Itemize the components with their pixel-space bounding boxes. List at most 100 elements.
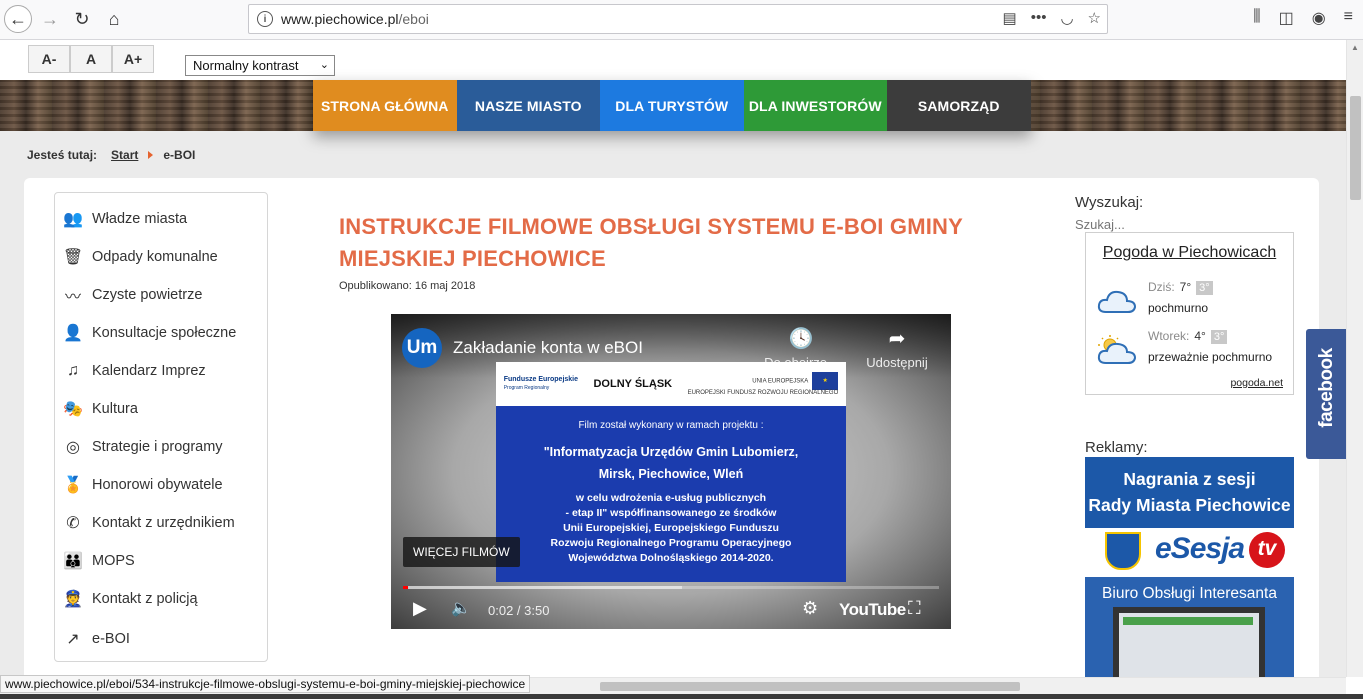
- side-menu-item-e-boi[interactable]: ↗ e-BOI: [62, 626, 130, 652]
- side-menu-item-label: Odpady komunalne: [92, 249, 218, 265]
- forward-arrow-icon: →: [41, 8, 59, 29]
- video-title[interactable]: Zakładanie konta w eBOI: [453, 338, 643, 358]
- police-icon: 👮: [63, 591, 83, 608]
- breadcrumb-label: Jesteś tutaj:: [27, 148, 98, 162]
- side-menu-item-kalendarz-imprez[interactable]: ♫ Kalendarz Imprez: [62, 358, 206, 384]
- esesja-ad-banner[interactable]: Nagrania z sesji Rady Miasta Piechowice …: [1085, 457, 1294, 573]
- dolny-slask-logo: DOLNY ŚLĄSK: [593, 377, 673, 390]
- hamburger-menu-icon[interactable]: ≡: [1344, 8, 1353, 28]
- volume-icon[interactable]: 🔈: [451, 598, 471, 618]
- font-normal-button[interactable]: A: [70, 45, 112, 73]
- nav-dla-turystow[interactable]: DLA TURYSTÓW: [600, 80, 744, 131]
- eu-flag-icon: ★: [812, 371, 839, 390]
- home-button[interactable]: ⌂: [100, 5, 128, 33]
- font-larger-button[interactable]: A+: [112, 45, 154, 73]
- contrast-select-value: Normalny kontrast: [193, 58, 299, 73]
- monitor-illustration-icon: [1113, 607, 1265, 677]
- address-bar-actions: ▤ ••• ◡ ☆: [1003, 9, 1102, 27]
- sun-cloud-icon: [1097, 335, 1137, 364]
- side-menu-item-wladze-miasta[interactable]: 👥 Władze miasta: [62, 206, 187, 232]
- side-menu-item-mops[interactable]: 👪 MOPS: [62, 548, 135, 574]
- chevron-down-icon: ⌄: [319, 59, 329, 71]
- boi-ad-banner[interactable]: Biuro Obsługi Interesanta: [1085, 577, 1294, 677]
- side-menu-item-strategie-i-programy[interactable]: ◎ Strategie i programy: [62, 434, 223, 460]
- nav-dla-inwestorow[interactable]: DLA INWESTORÓW: [743, 80, 887, 131]
- library-icon[interactable]: ⫼: [1253, 8, 1260, 28]
- weather-tomorrow-desc: przeważnie pochmurno: [1148, 350, 1273, 364]
- back-button[interactable]: ←: [4, 5, 32, 33]
- font-smaller-button[interactable]: A-: [28, 45, 70, 73]
- account-icon[interactable]: ◉: [1312, 8, 1326, 28]
- browser-toolbar: ← → ↻ ⌂ i www.piechowice.pl/eboi ▤ ••• ◡…: [0, 0, 1363, 40]
- breadcrumb-start-link[interactable]: Start: [111, 148, 138, 162]
- weather-title[interactable]: Pogoda w Piechowicach: [1086, 244, 1293, 262]
- settings-gear-icon[interactable]: ⚙: [802, 598, 818, 619]
- side-menu-item-label: Konsultacje społeczne: [92, 325, 237, 341]
- nav-nasze-miasto[interactable]: NASZE MIASTO: [456, 80, 600, 131]
- weather-source-link[interactable]: pogoda.net: [1230, 377, 1283, 389]
- video-progress-bar[interactable]: [403, 586, 939, 589]
- url-path: /eboi: [398, 11, 429, 27]
- play-icon[interactable]: ▶: [413, 598, 427, 619]
- esesja-logo: eSesja: [1155, 532, 1245, 565]
- fullscreen-icon[interactable]: ⛶: [908, 598, 921, 619]
- reader-view-icon[interactable]: ▤: [1003, 9, 1017, 27]
- forward-button[interactable]: →: [36, 5, 64, 33]
- vertical-scrollbar[interactable]: ▲: [1346, 40, 1363, 677]
- bookmark-star-icon[interactable]: ☆: [1088, 9, 1101, 27]
- video-frame: Fundusze Europejskie Program Regionalny D…: [496, 362, 846, 582]
- vertical-scroll-thumb[interactable]: [1350, 96, 1361, 200]
- side-menu: 👥 Władze miasta 🗑 Odpady komunalne 〰 Czyste…: [54, 192, 268, 662]
- toolbar-right: ⫼ ◫ ◉ ≡: [1253, 8, 1353, 28]
- nav-samorzad[interactable]: SAMORZĄD: [887, 80, 1031, 131]
- consultation-icon: 👤: [63, 325, 83, 342]
- side-menu-item-kultura[interactable]: 🎭 Kultura: [62, 396, 138, 422]
- facebook-side-tab[interactable]: facebook: [1306, 329, 1346, 459]
- side-menu-item-label: MOPS: [92, 553, 135, 569]
- more-videos-button[interactable]: WIĘCEJ FILMÓW: [403, 537, 520, 567]
- weather-today: Dziś: 7° 3° pochmurno: [1096, 280, 1286, 324]
- reload-icon: ↻: [74, 8, 90, 29]
- pocket-icon[interactable]: ◡: [1060, 9, 1073, 27]
- reload-button[interactable]: ↻: [68, 5, 96, 33]
- share-button[interactable]: ➦ Udostępnij: [857, 326, 937, 370]
- theater-masks-icon: 🎭: [63, 401, 83, 418]
- weather-widget: Pogoda w Piechowicach Dziś: 7° 3° pochmurn…: [1085, 232, 1294, 395]
- clock-icon: 🕓: [788, 328, 814, 350]
- side-menu-item-kontakt-z-policja[interactable]: 👮 Kontakt z policją: [62, 586, 198, 612]
- search-input[interactable]: [1075, 216, 1295, 233]
- site-info-icon[interactable]: i: [257, 11, 273, 27]
- breadcrumb-separator-icon: [148, 151, 154, 159]
- side-menu-item-konsultacje-spoleczne[interactable]: 👤 Konsultacje społeczne: [62, 320, 236, 346]
- youtube-logo[interactable]: YouTube: [839, 600, 906, 620]
- horizontal-scroll-thumb[interactable]: [600, 682, 1020, 691]
- address-bar[interactable]: i www.piechowice.pl/eboi ▤ ••• ◡ ☆: [248, 4, 1108, 34]
- nav-strona-glowna[interactable]: STRONA GŁÓWNA: [313, 80, 457, 131]
- side-menu-item-kontakt-z-urzednikiem[interactable]: ✆ Kontakt z urzędnikiem: [62, 510, 235, 536]
- scroll-up-arrow-icon[interactable]: ▲: [1351, 43, 1359, 52]
- side-menu-item-label: Kultura: [92, 401, 138, 417]
- channel-avatar[interactable]: Um: [402, 328, 442, 368]
- medal-icon: 🏅: [63, 477, 83, 494]
- side-menu-item-label: Honorowi obywatele: [92, 477, 223, 493]
- url-host: www.piechowice.pl: [281, 11, 399, 27]
- social-care-icon: 👪: [63, 553, 83, 570]
- contrast-select[interactable]: Normalny kontrast ⌄: [185, 55, 335, 76]
- side-menu-item-odpady-komunalne[interactable]: 🗑 Odpady komunalne: [62, 244, 218, 270]
- side-menu-item-czyste-powietrze[interactable]: 〰 Czyste powietrze: [62, 282, 202, 308]
- facebook-label: facebook: [1316, 348, 1337, 428]
- page-actions-icon[interactable]: •••: [1031, 9, 1047, 27]
- article-title: INSTRUKCJE FILMOWE OBSŁUGI SYSTEMU E-BOI…: [339, 214, 963, 271]
- people-icon: 👥: [63, 211, 83, 228]
- side-menu-item-honorowi-obywatele[interactable]: 🏅 Honorowi obywatele: [62, 472, 223, 498]
- slide-text: Film został wykonany w ramach projektu :…: [496, 406, 846, 582]
- youtube-player[interactable]: Um Zakładanie konta w eBOI 🕓 Do obejrze.…: [391, 314, 951, 629]
- back-arrow-icon: ←: [9, 8, 27, 29]
- link-status-bar: www.piechowice.pl/eboi/534-instrukcje-fi…: [0, 675, 531, 693]
- sidebar-toggle-icon[interactable]: ◫: [1279, 8, 1294, 28]
- side-menu-item-label: Kontakt z urzędnikiem: [92, 515, 235, 531]
- breadcrumb: Jesteś tutaj: Start e-BOI: [27, 148, 195, 162]
- main-navigation: STRONA GŁÓWNA NASZE MIASTO DLA TURYSTÓW …: [313, 80, 1031, 131]
- side-menu-item-label: Władze miasta: [92, 211, 188, 227]
- progress-buffered: [403, 586, 682, 589]
